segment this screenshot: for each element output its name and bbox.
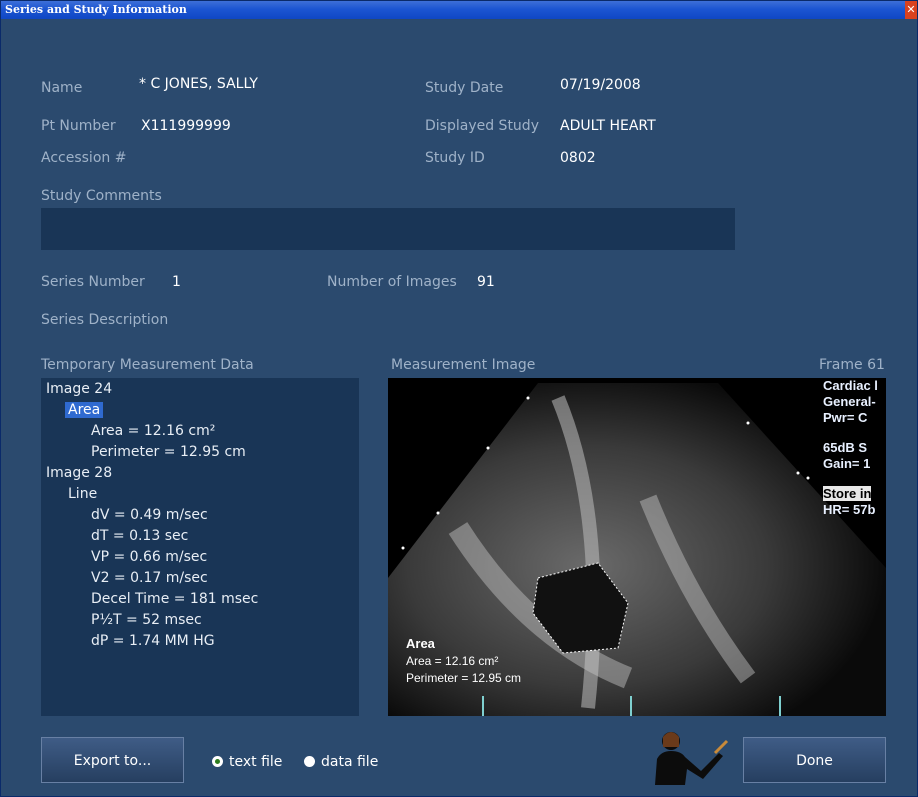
tree-line[interactable]: Line — [68, 486, 97, 502]
overlay-db: 65dB S — [823, 440, 868, 455]
dialog-window: Series and Study Information ✕ Name * C … — [0, 0, 918, 797]
tree-area-value[interactable]: Area = 12.16 cm² — [91, 423, 215, 439]
tree-p-half-t[interactable]: P½T = 52 msec — [91, 612, 202, 628]
radio-data-file-label: data file — [321, 754, 379, 770]
pointing-person-icon — [655, 732, 729, 785]
depth-dot — [486, 446, 490, 450]
number-of-images-label: Number of Images — [327, 274, 457, 290]
depth-dot — [796, 471, 800, 475]
measurement-tree[interactable]: Image 24 Area Area = 12.16 cm² Perimeter… — [41, 378, 359, 716]
close-icon[interactable]: ✕ — [905, 1, 917, 19]
displayed-study-value: ADULT HEART — [560, 118, 656, 134]
tree-decel-time[interactable]: Decel Time = 181 msec — [91, 591, 258, 607]
overlay-perimeter-value: Perimeter = 12.95 cm — [406, 671, 522, 685]
tree-vp[interactable]: VP = 0.66 m/sec — [91, 549, 207, 565]
pt-number-label: Pt Number — [41, 118, 116, 134]
export-button[interactable]: Export to... — [41, 737, 184, 783]
radio-data-file[interactable]: data file — [304, 754, 378, 770]
overlay-store: Store in — [823, 486, 872, 501]
radio-icon — [304, 756, 315, 767]
depth-dot — [806, 476, 810, 480]
study-date-label: Study Date — [425, 80, 504, 96]
radio-icon — [212, 756, 223, 767]
tree-dv[interactable]: dV = 0.49 m/sec — [91, 507, 208, 523]
depth-dot — [746, 421, 750, 425]
window-title: Series and Study Information — [5, 3, 187, 16]
series-number-label: Series Number — [41, 274, 145, 290]
pt-number-value: X111999999 — [141, 118, 231, 134]
tree-perimeter-value[interactable]: Perimeter = 12.95 cm — [91, 444, 246, 460]
overlay-gain: Gain= 1 — [823, 456, 871, 471]
overlay-hr: HR= 57b — [823, 502, 876, 517]
study-id-value: 0802 — [560, 150, 596, 166]
patient-name: * C JONES, SALLY — [139, 76, 258, 92]
study-id-label: Study ID — [425, 150, 485, 166]
overlay-cardiac: Cardiac l — [823, 378, 878, 393]
series-description-label: Series Description — [41, 312, 169, 328]
echo-image[interactable]: Cardiac l General- Pwr= C 65dB S Gain= 1… — [388, 378, 886, 716]
study-date-value: 07/19/2008 — [560, 77, 641, 93]
frame-number: Frame 61 — [819, 357, 885, 373]
accession-label: Accession # — [41, 150, 127, 166]
overlay-pwr: Pwr= C — [823, 410, 868, 425]
tree-dp[interactable]: dP = 1.74 MM HG — [91, 633, 215, 649]
tree-image-24[interactable]: Image 24 — [46, 381, 112, 397]
overlay-area-value: Area = 12.16 cm² — [406, 654, 499, 668]
title-bar: Series and Study Information ✕ — [1, 1, 917, 19]
depth-dot — [436, 511, 440, 515]
radio-text-file[interactable]: text file — [212, 754, 282, 770]
number-of-images-value: 91 — [477, 274, 495, 290]
radio-text-file-label: text file — [229, 754, 283, 770]
measurement-data-title: Temporary Measurement Data — [41, 357, 254, 373]
displayed-study-label: Displayed Study — [425, 118, 539, 134]
tree-image-28[interactable]: Image 28 — [46, 465, 112, 481]
overlay-general: General- — [823, 394, 876, 409]
study-comments-field[interactable] — [41, 208, 735, 250]
depth-dot — [401, 546, 405, 550]
study-comments-label: Study Comments — [41, 188, 162, 204]
measurement-image-title: Measurement Image — [391, 357, 536, 373]
done-button[interactable]: Done — [743, 737, 886, 783]
tree-dt[interactable]: dT = 0.13 sec — [91, 528, 188, 544]
name-label: Name — [41, 80, 83, 96]
tree-v2[interactable]: V2 = 0.17 m/sec — [91, 570, 208, 586]
depth-dot — [526, 396, 530, 400]
series-number-value: 1 — [172, 274, 181, 290]
tree-area-selected[interactable]: Area — [65, 402, 104, 418]
overlay-area-title: Area — [406, 636, 435, 651]
